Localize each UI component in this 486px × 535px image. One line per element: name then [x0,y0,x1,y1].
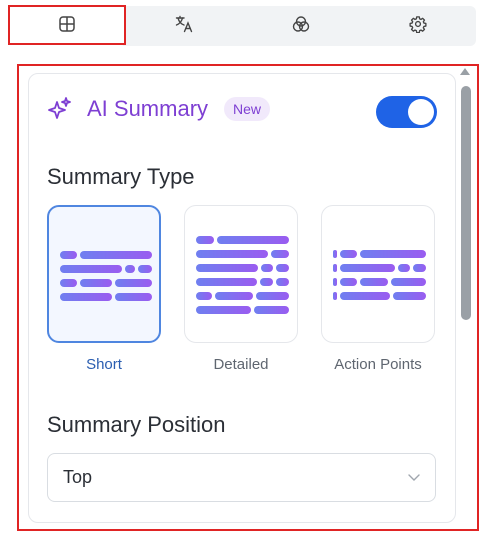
summary-option-short-label: Short [86,356,122,373]
ai-summary-toggle[interactable] [376,96,437,128]
detailed-lines-icon [196,236,289,314]
ai-summary-title: AI Summary [87,96,209,121]
short-lines-icon [60,251,152,301]
tab-settings[interactable] [359,6,476,46]
new-badge: New [224,97,271,121]
translate-icon [175,15,193,38]
scroll-up-arrow[interactable] [460,68,470,75]
summary-position-value: Top [63,467,93,487]
ai-summary-header: AI Summary New [47,96,271,122]
summary-option-detailed[interactable] [184,205,298,343]
summary-option-action-points[interactable] [321,205,435,343]
tab-themes[interactable] [242,6,359,46]
tab-summary[interactable] [8,6,125,46]
tab-bar [8,6,476,46]
toggle-knob [408,99,434,125]
ai-summary-card: AI Summary New Summary Type Short Detail… [28,73,456,523]
summary-type-heading: Summary Type [47,164,195,189]
gear-icon [408,15,427,38]
summary-option-action-points-label: Action Points [334,356,422,373]
tab-translate[interactable] [125,6,242,46]
summary-position-select[interactable]: Top [47,453,436,502]
summary-option-detailed-label: Detailed [213,356,269,373]
scrollbar-thumb[interactable] [461,86,471,320]
grid-icon [58,15,76,38]
extension-popup: AI Summary New Summary Type Short Detail… [0,0,486,535]
sparkle-icon [47,96,73,122]
summary-position-heading: Summary Position [47,412,226,437]
chevron-down-icon [407,470,421,489]
circles-icon [292,15,310,38]
summary-option-short[interactable] [47,205,161,343]
action-points-lines-icon [333,250,426,300]
